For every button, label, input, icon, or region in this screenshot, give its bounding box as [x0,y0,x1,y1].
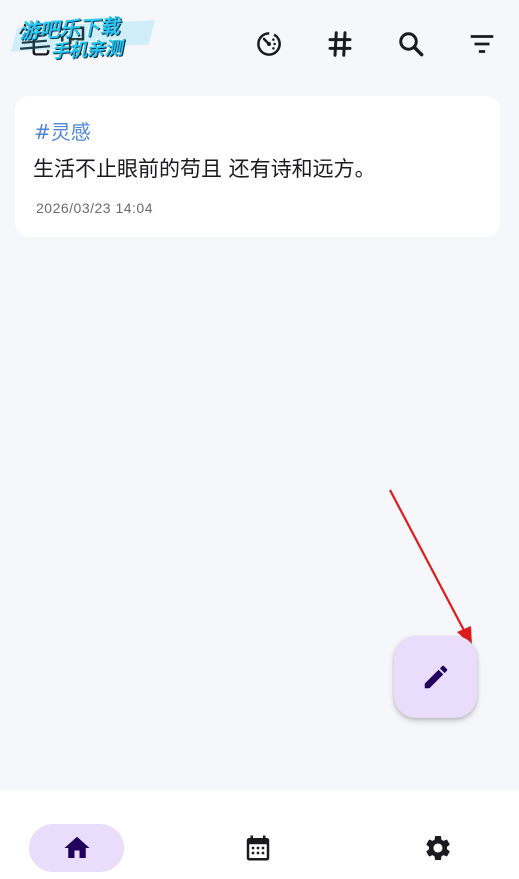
edit-pencil-icon [424,665,447,689]
note-content: 生活不止眼前的苟且 还有诗和远方。 [33,157,376,181]
filter-icon [470,35,494,53]
nav-home[interactable] [29,824,124,872]
notes-app-screen: 笔记 游吧乐下载 手机亲测 #灵感 生活不止眼前的苟且 还有诗和远方。 2026… [0,0,519,879]
watermark-logo: 游吧乐下载 手机亲测 [10,6,156,69]
calendar-icon [246,835,270,861]
note-tag[interactable]: #灵感 [34,116,91,145]
search-button[interactable] [391,24,431,64]
home-icon [64,836,89,858]
nav-settings[interactable] [414,824,462,872]
timer-button[interactable] [249,24,289,64]
timer-icon [257,32,281,56]
filter-button[interactable] [462,24,502,64]
new-note-fab[interactable] [394,636,477,718]
nav-calendar[interactable] [234,824,282,872]
tags-button[interactable] [320,24,360,64]
top-app-bar: 笔记 游吧乐下载 手机亲测 [0,0,519,88]
annotation-arrow [389,489,472,646]
search-icon [399,32,424,57]
note-card[interactable]: #灵感 生活不止眼前的苟且 还有诗和远方。 2026/03/23 14:04 [15,96,500,237]
bottom-navigation-bar [0,790,519,879]
hashtag-icon [328,31,352,57]
settings-gear-icon [426,836,450,860]
note-timestamp: 2026/03/23 14:04 [36,200,153,216]
